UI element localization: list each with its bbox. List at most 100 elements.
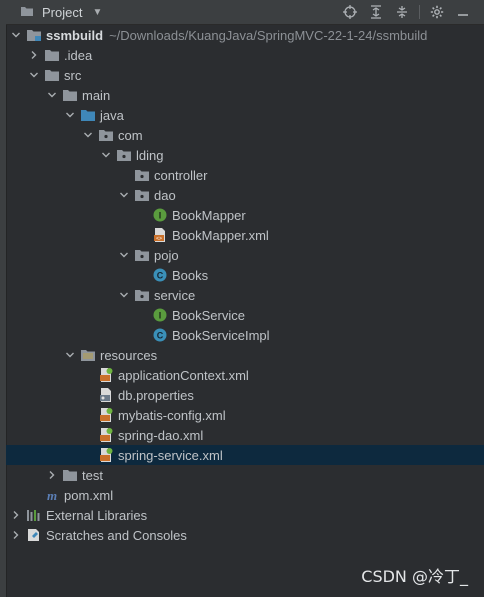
spring-xml-file-icon — [98, 427, 114, 443]
package-icon — [134, 287, 150, 303]
folder-icon — [44, 47, 60, 63]
tree-item-label: controller — [154, 167, 208, 183]
tree-row-main[interactable]: main — [6, 85, 484, 105]
chevron-down-icon[interactable] — [118, 249, 130, 261]
tree-row-src[interactable]: src — [6, 65, 484, 85]
tree-row-com[interactable]: com — [6, 125, 484, 145]
chevron-down-icon[interactable] — [64, 349, 76, 361]
properties-file-icon — [98, 387, 114, 403]
project-tree: ssmbuild ~/Downloads/KuangJava/SpringMVC-… — [6, 25, 484, 545]
tree-row-java[interactable]: java — [6, 105, 484, 125]
hide-icon[interactable] — [450, 0, 476, 24]
folder-icon — [44, 67, 60, 83]
svg-text:m: m — [47, 488, 57, 502]
chevron-down-icon[interactable] — [28, 69, 40, 81]
resources-folder-icon — [80, 347, 96, 363]
tree-row-test[interactable]: test — [6, 465, 484, 485]
tree-row-service[interactable]: service — [6, 285, 484, 305]
source-folder-icon — [80, 107, 96, 123]
tree-row-dao[interactable]: dao — [6, 185, 484, 205]
spring-xml-file-icon — [98, 367, 114, 383]
tree-row-mybatis-config-xml[interactable]: mybatis-config.xml — [6, 405, 484, 425]
tree-row-controller[interactable]: controller — [6, 165, 484, 185]
chevron-right-icon[interactable] — [10, 509, 22, 521]
tree-item-label: resources — [100, 347, 158, 363]
tree-item-label: BookServiceImpl — [172, 327, 270, 343]
tree-item-label: main — [82, 87, 111, 103]
scratches-icon — [26, 527, 42, 543]
interface-icon: I — [152, 207, 168, 223]
chevron-down-icon[interactable] — [64, 109, 76, 121]
folder-icon — [62, 467, 78, 483]
tree-item-label: com — [118, 127, 143, 143]
tree-item-label: mybatis-config.xml — [118, 407, 226, 423]
package-icon — [134, 247, 150, 263]
svg-text:C: C — [157, 271, 164, 281]
tree-item-label: .idea — [64, 47, 93, 63]
tree-item-label: Books — [172, 267, 209, 283]
tree-row-bookmapper-xml[interactable]: <> BookMapper.xml — [6, 225, 484, 245]
chevron-right-icon[interactable] — [10, 529, 22, 541]
tree-item-label: test — [82, 467, 103, 483]
package-icon — [134, 167, 150, 183]
chevron-down-icon[interactable] — [118, 189, 130, 201]
tree-row-bookmapper[interactable]: I BookMapper — [6, 205, 484, 225]
toolbar-separator — [419, 5, 420, 19]
tree-row-external-libraries[interactable]: External Libraries — [6, 505, 484, 525]
tree-row-resources[interactable]: resources — [6, 345, 484, 365]
tree-item-label: applicationContext.xml — [118, 367, 249, 383]
svg-text:<>: <> — [156, 236, 162, 242]
tree-item-label: BookMapper.xml — [172, 227, 269, 243]
tree-item-label: lding — [136, 147, 164, 163]
xml-file-icon: <> — [152, 227, 168, 243]
expand-icon[interactable] — [363, 0, 389, 24]
tree-row-ssmbuild[interactable]: ssmbuild ~/Downloads/KuangJava/SpringMVC-… — [6, 25, 484, 45]
tree-item-label: spring-service.xml — [118, 447, 223, 463]
chevron-down-icon[interactable] — [46, 89, 58, 101]
tree-row-spring-dao-xml[interactable]: spring-dao.xml — [6, 425, 484, 445]
chevron-right-icon[interactable] — [28, 49, 40, 61]
class-icon: C — [152, 327, 168, 343]
folder-icon — [20, 5, 34, 20]
collapse-icon[interactable] — [389, 0, 415, 24]
tree-row-scratches-and-consoles[interactable]: Scratches and Consoles — [6, 525, 484, 545]
chevron-down-icon[interactable] — [100, 149, 112, 161]
tree-row-idea[interactable]: .idea — [6, 45, 484, 65]
tree-row-spring-service-xml[interactable]: spring-service.xml — [6, 445, 484, 465]
tree-row-db-properties[interactable]: db.properties — [6, 385, 484, 405]
chevron-down-icon[interactable] — [82, 129, 94, 141]
chevron-down-icon[interactable]: ▼ — [92, 7, 102, 18]
chevron-down-icon[interactable] — [118, 289, 130, 301]
tree-row-bookservice[interactable]: I BookService — [6, 305, 484, 325]
project-panel-header: Project ▼ — [6, 0, 484, 25]
svg-text:I: I — [159, 211, 162, 221]
tree-item-label: java — [100, 107, 124, 123]
tree-row-lding[interactable]: lding — [6, 145, 484, 165]
tree-item-label: pojo — [154, 247, 179, 263]
spring-xml-file-icon — [98, 447, 114, 463]
chevron-down-icon[interactable] — [10, 29, 22, 41]
chevron-right-icon[interactable] — [46, 469, 58, 481]
gear-icon[interactable] — [424, 0, 450, 24]
package-icon — [98, 127, 114, 143]
crosshair-icon[interactable] — [337, 0, 363, 24]
tree-row-bookserviceimpl[interactable]: C BookServiceImpl — [6, 325, 484, 345]
maven-icon: m — [44, 487, 60, 503]
interface-icon: I — [152, 307, 168, 323]
tree-row-applicationcontext-xml[interactable]: applicationContext.xml — [6, 365, 484, 385]
panel-title[interactable]: Project — [42, 5, 82, 20]
tree-item-label: db.properties — [118, 387, 194, 403]
tree-row-books[interactable]: C Books — [6, 265, 484, 285]
tree-item-label: BookMapper — [172, 207, 246, 223]
tree-row-pojo[interactable]: pojo — [6, 245, 484, 265]
tree-row-pom-xml[interactable]: m pom.xml — [6, 485, 484, 505]
package-icon — [134, 187, 150, 203]
